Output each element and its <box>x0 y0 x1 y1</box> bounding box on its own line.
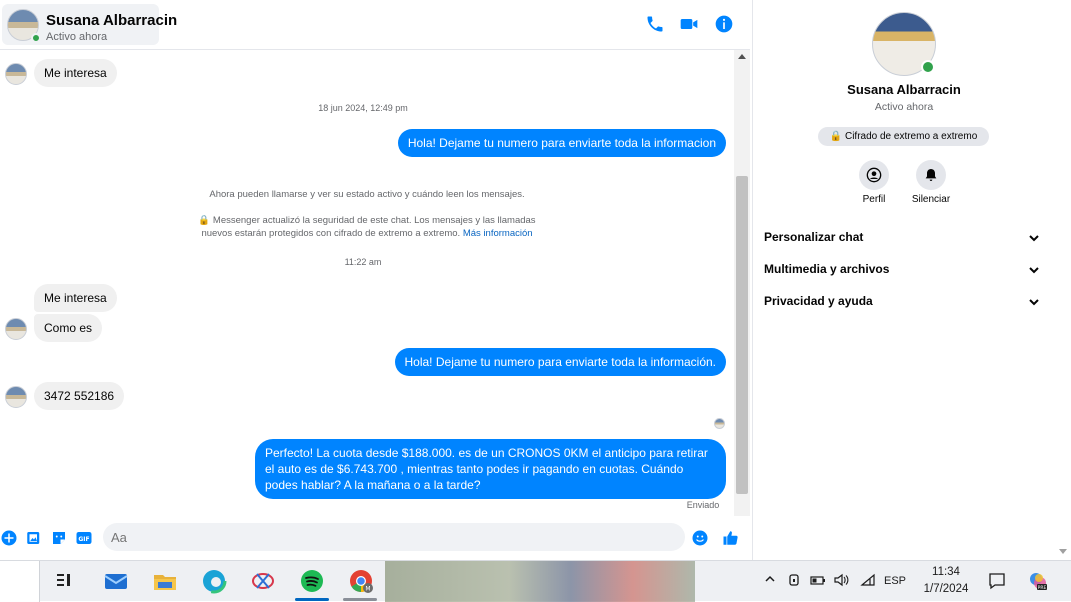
chat-header: Susana Albarracin Activo ahora <box>0 0 750 50</box>
chat-pane: Susana Albarracin Activo ahora Me intere… <box>0 0 750 560</box>
sender-avatar <box>5 318 27 340</box>
scroll-down-arrow-icon[interactable] <box>1059 549 1067 554</box>
lock-icon: 🔒 <box>829 131 843 142</box>
security-notice-continued: nuevos estarán protegidos con cifrado de… <box>0 227 734 240</box>
online-indicator <box>31 33 41 43</box>
message-list: Me interesa 18 jun 2024, 12:49 pm Hola! … <box>0 50 734 516</box>
security-notice-line2: nuevos estarán protegidos con cifrado de… <box>201 228 461 239</box>
customize-chat-label: Personalizar chat <box>764 230 864 244</box>
contact-name: Susana Albarracin <box>46 12 178 29</box>
online-indicator <box>921 60 935 74</box>
file-explorer-icon[interactable] <box>152 568 178 594</box>
chevron-down-icon <box>1029 267 1039 274</box>
timestamp: 11:22 am <box>344 257 382 267</box>
message-incoming: 3472 552186 <box>34 382 125 410</box>
sticker-icon[interactable] <box>50 529 68 547</box>
taskbar-left-pane <box>0 561 40 602</box>
contact-header[interactable]: Susana Albarracin Activo ahora <box>2 4 177 45</box>
privacy-help-row[interactable]: Privacidad y ayuda <box>764 288 1044 316</box>
lock-icon: 🔒 <box>198 215 211 226</box>
panel-scrollbar[interactable] <box>1054 0 1071 560</box>
message-incoming: Me interesa <box>34 59 117 87</box>
message-outgoing: Hola! Dejame tu numero para enviarte tod… <box>394 348 726 376</box>
profile-button[interactable] <box>859 160 889 190</box>
clock-date[interactable]: 1/7/2024 <box>918 583 974 595</box>
chat-scrollbar[interactable] <box>734 50 750 516</box>
more-info-link[interactable]: Más información <box>463 228 533 239</box>
widgets-icon[interactable] <box>52 568 78 594</box>
language-indicator[interactable]: ESP <box>884 575 906 587</box>
photo-icon[interactable] <box>25 529 43 547</box>
system-notice: Ahora pueden llamarse y ver su estado ac… <box>209 189 525 200</box>
volume-icon[interactable] <box>833 573 849 590</box>
info-icon[interactable] <box>714 14 734 34</box>
phone-icon[interactable] <box>645 14 665 34</box>
sent-status: Enviado <box>686 500 720 510</box>
copilot-icon[interactable]: PRE <box>1028 571 1048 594</box>
timestamp: 18 jun 2024, 12:49 pm <box>318 103 408 113</box>
mute-label: Silenciar <box>911 194 951 205</box>
chevron-up-icon[interactable] <box>764 573 776 588</box>
emoji-icon[interactable] <box>691 529 709 547</box>
security-notice: 🔒 Messenger actualizó la seguridad de es… <box>0 214 734 227</box>
spotify-icon[interactable] <box>299 568 325 594</box>
customize-chat-row[interactable]: Personalizar chat <box>764 224 1044 252</box>
usb-device-icon[interactable] <box>787 573 801 590</box>
chrome-icon[interactable]: M <box>348 568 374 594</box>
taskbar: M ESP 11:34 1/7/2024 PRE <box>0 560 1071 602</box>
composer: GIF <box>0 517 750 560</box>
video-call-icon[interactable] <box>679 14 699 34</box>
seen-avatar <box>714 418 725 429</box>
security-notice-line1: Messenger actualizó la seguridad de este… <box>212 215 536 226</box>
chevron-down-icon <box>1029 235 1039 242</box>
app-window: Susana Albarracin Activo ahora Me intere… <box>0 0 1071 602</box>
clock-time[interactable]: 11:34 <box>918 566 974 578</box>
taskbar-background <box>385 561 695 602</box>
chevron-down-icon <box>1029 299 1039 306</box>
profile-status: Activo ahora <box>874 101 934 113</box>
bell-icon <box>925 169 937 181</box>
message-outgoing: Perfecto! La cuota desde $188.000. es de… <box>255 439 726 499</box>
mail-icon[interactable] <box>103 568 129 594</box>
conversation-details-panel: Susana Albarracin Activo ahora 🔒 Cifrado… <box>752 0 1054 560</box>
plus-icon[interactable] <box>0 529 18 547</box>
battery-icon[interactable] <box>810 573 826 590</box>
scroll-up-arrow-icon[interactable] <box>738 54 746 59</box>
scroll-thumb[interactable] <box>736 176 748 494</box>
message-input[interactable] <box>103 523 685 551</box>
sender-avatar <box>5 63 27 85</box>
media-files-row[interactable]: Multimedia y archivos <box>764 256 1044 284</box>
message-incoming: Me interesa <box>34 284 117 312</box>
media-files-label: Multimedia y archivos <box>764 262 890 276</box>
wifi-icon[interactable] <box>860 573 876 590</box>
svg-text:M: M <box>365 586 370 593</box>
profile-name: Susana Albarracin <box>847 82 961 97</box>
privacy-help-label: Privacidad y ayuda <box>764 294 873 308</box>
contact-status: Activo ahora <box>46 31 108 43</box>
user-icon <box>866 167 882 183</box>
encryption-badge[interactable]: 🔒 Cifrado de extremo a extremo <box>818 127 989 146</box>
encryption-label: Cifrado de extremo a extremo <box>844 131 978 142</box>
sender-avatar <box>5 386 27 408</box>
thumbs-up-icon[interactable] <box>722 529 740 547</box>
gif-icon[interactable]: GIF <box>75 529 93 547</box>
mute-button[interactable] <box>916 160 946 190</box>
edge-icon[interactable] <box>201 568 227 594</box>
snipping-tool-icon[interactable] <box>250 568 276 594</box>
message-outgoing: Hola! Dejame tu numero para enviarte tod… <box>397 129 726 157</box>
message-incoming: Como es <box>34 314 103 342</box>
svg-text:GIF: GIF <box>78 536 89 543</box>
svg-text:PRE: PRE <box>1038 585 1047 591</box>
profile-label: Perfil <box>862 194 886 205</box>
notifications-icon[interactable] <box>988 572 1006 593</box>
